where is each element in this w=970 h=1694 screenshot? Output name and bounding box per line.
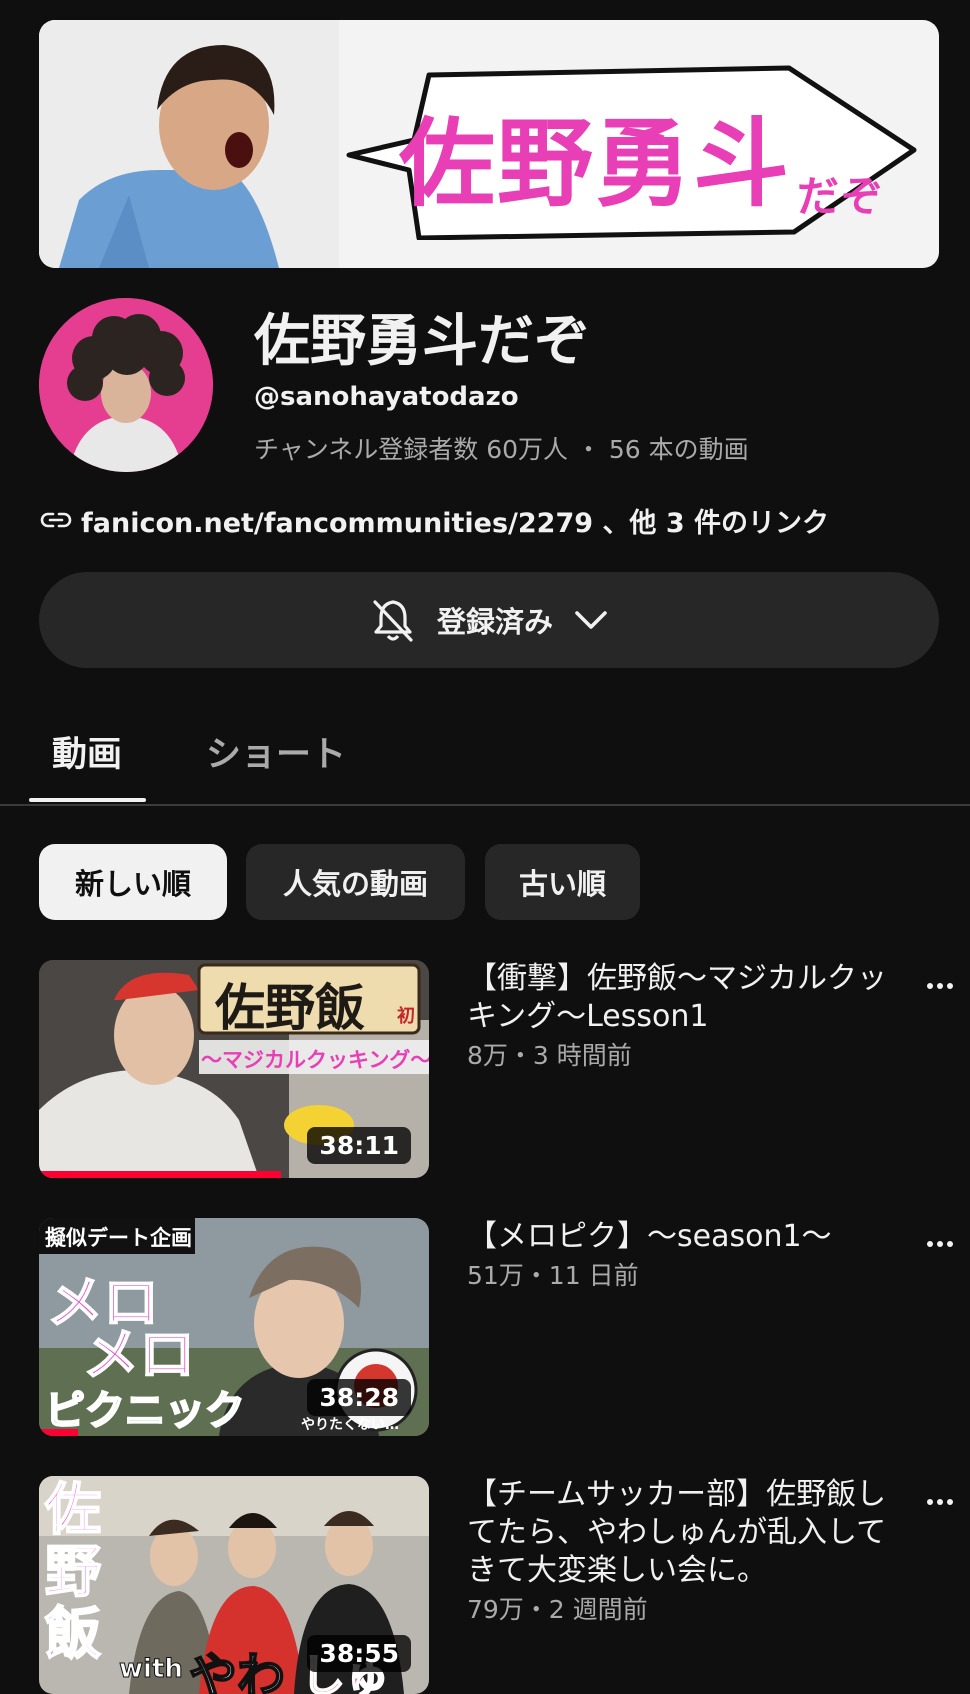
video-duration: 38:11 [307, 1127, 411, 1164]
channel-handle: @sanohayatodazo [254, 382, 519, 412]
video-item[interactable]: 佐野飯 初 ～マジカルクッキング～ 38:11 【衝撃】佐野飯～マジカルクッキン… [0, 960, 970, 1180]
thumbnail-with: with [119, 1654, 184, 1685]
chip-popular[interactable]: 人気の動画 [246, 844, 465, 920]
more-options-icon[interactable] [922, 1490, 958, 1514]
tab-shorts[interactable]: ショート [206, 726, 346, 777]
bell-off-icon [373, 600, 413, 642]
thumbnail-line3: ピクニック [44, 1387, 246, 1435]
thumbnail-tag: 擬似デート企画 [45, 1226, 192, 1250]
banner-person-image [39, 20, 339, 268]
subscribed-button[interactable]: 登録済み [39, 572, 939, 668]
channel-banner: 佐野勇斗 だぞ [39, 20, 939, 268]
video-item[interactable]: 佐野飯 with やわ しゅん 38:55 【チームサッカー部】佐野飯してたら、… [0, 1476, 970, 1694]
channel-tabs: 動画 ショート [0, 700, 970, 806]
subscribed-label: 登録済み [436, 605, 553, 639]
link-icon [40, 512, 72, 528]
chevron-down-icon [575, 611, 607, 629]
thumbnail-title: 佐野飯 [215, 978, 365, 1037]
video-meta: 8万・3 時間前 [467, 1041, 632, 1070]
channel-meta: チャンネル登録者数 60万人 ・ 56 本の動画 [254, 435, 749, 464]
watch-progress-bar [39, 1171, 281, 1178]
channel-avatar[interactable] [39, 298, 213, 472]
video-meta: 51万・11 日前 [467, 1261, 639, 1290]
links-text: fanicon.net/fancommunities/2279 、他 3 件のリ… [81, 507, 830, 539]
video-thumbnail[interactable]: 擬似デート企画 メロ メロ ピクニック やりたくない… 38:28 [39, 1218, 429, 1436]
video-meta: 79万・2 週間前 [467, 1595, 648, 1624]
video-title[interactable]: 【チームサッカー部】佐野飯してたら、やわしゅんが乱入してきて大変楽しい会に。 [467, 1476, 897, 1590]
avatar-image [39, 298, 213, 472]
thumbnail-title: 佐野飯 [44, 1478, 102, 1667]
tab-videos[interactable]: 動画 [52, 726, 122, 777]
video-title[interactable]: 【メロピク】～season1～ [467, 1218, 897, 1256]
more-options-icon[interactable] [922, 974, 958, 998]
video-title[interactable]: 【衝撃】佐野飯～マジカルクッキング～Lesson1 [467, 960, 897, 1036]
thumbnail-badge: 初 [397, 1006, 415, 1027]
more-options-icon[interactable] [922, 1232, 958, 1256]
video-duration: 38:55 [307, 1635, 411, 1672]
watch-progress-bar [39, 1429, 78, 1436]
channel-name: 佐野勇斗だぞ [254, 309, 590, 374]
video-thumbnail[interactable]: 佐野飯 with やわ しゅん 38:55 [39, 1476, 429, 1694]
thumbnail-caption: やりたくない… [301, 1417, 399, 1433]
chip-oldest[interactable]: 古い順 [485, 844, 640, 920]
video-item[interactable]: 擬似デート企画 メロ メロ ピクニック やりたくない… 38:28 【メロピク】… [0, 1218, 970, 1438]
chip-newest[interactable]: 新しい順 [39, 844, 227, 920]
thumbnail-subtitle: ～マジカルクッキング～ [201, 1048, 429, 1072]
channel-links[interactable]: fanicon.net/fancommunities/2279 、他 3 件のリ… [39, 502, 830, 539]
video-duration: 38:28 [307, 1379, 411, 1416]
banner-title: 佐野勇斗 だぞ [399, 106, 886, 222]
thumbnail-name1: やわ [188, 1647, 286, 1694]
video-thumbnail[interactable]: 佐野飯 初 ～マジカルクッキング～ 38:11 [39, 960, 429, 1178]
active-tab-indicator [29, 798, 146, 802]
